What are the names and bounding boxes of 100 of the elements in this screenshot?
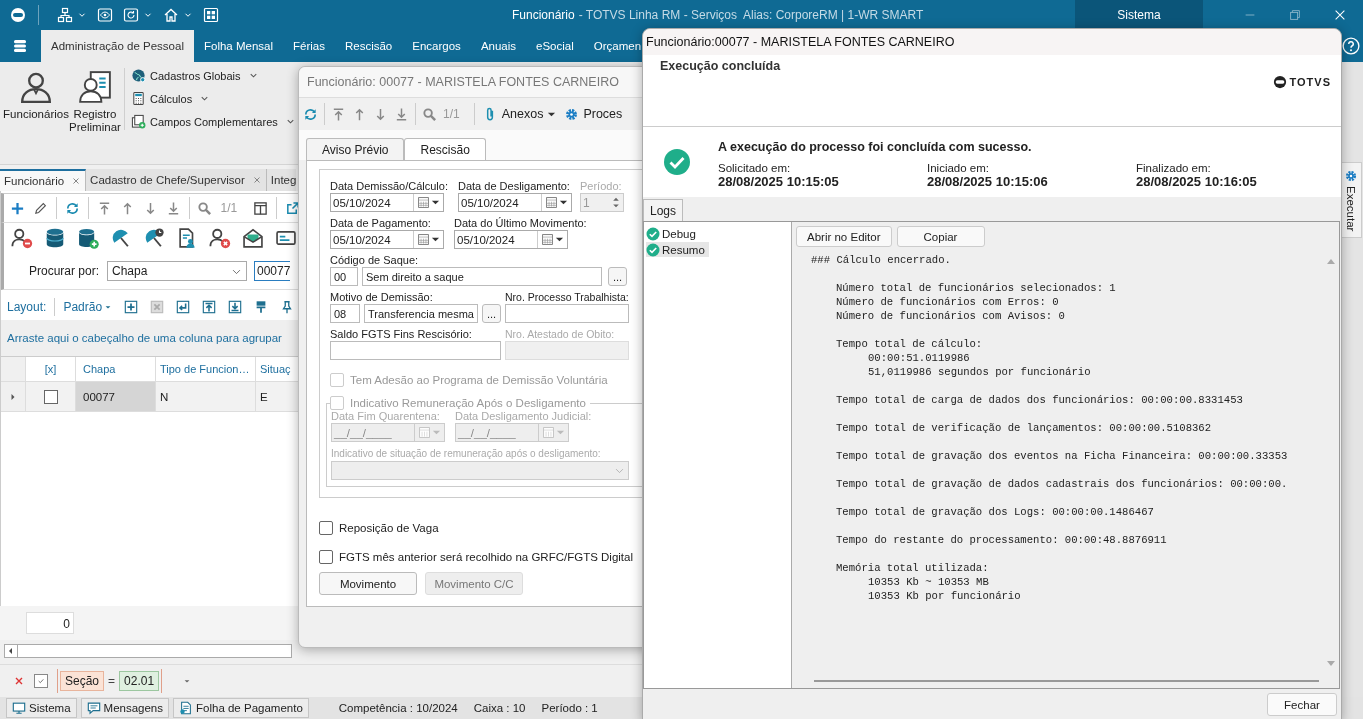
org-chart-icon[interactable] [57, 7, 73, 23]
tab[interactable]: Aviso Prévio [306, 138, 405, 160]
date-field[interactable]: 05/10/2024 [458, 193, 572, 212]
caret-icon[interactable] [431, 235, 440, 244]
document-tab[interactable]: Integ [266, 169, 296, 191]
columns-icon[interactable] [253, 200, 269, 216]
menu-tab[interactable]: Folha Mensal [193, 30, 283, 62]
search-input[interactable]: 00077 [254, 261, 290, 281]
home-icon[interactable] [163, 7, 179, 23]
database-add-icon[interactable] [77, 227, 99, 249]
log-action-button[interactable]: Abrir no Editor [796, 226, 892, 247]
code-field[interactable]: 00 [330, 267, 358, 286]
add-row-icon[interactable] [124, 300, 139, 314]
gear-icon[interactable] [564, 106, 580, 122]
person-icon[interactable] [19, 70, 53, 104]
log-action-button[interactable]: Copiar [896, 226, 985, 247]
search-icon[interactable] [422, 106, 437, 122]
globe-icon[interactable] [131, 68, 146, 83]
move-up-icon[interactable] [202, 300, 217, 314]
close-icon[interactable] [251, 175, 262, 185]
calendar-icon[interactable] [417, 196, 430, 209]
remove-filter-icon[interactable] [13, 675, 25, 687]
eye-icon[interactable] [97, 7, 113, 23]
search-icon[interactable] [197, 200, 213, 216]
external-link-icon[interactable] [285, 200, 300, 216]
browse-button[interactable]: ... [482, 304, 501, 323]
documents-add-menu-button[interactable]: Campos Complementares [131, 114, 296, 129]
menu-tab[interactable]: Anuais [470, 30, 527, 62]
gear-icon[interactable] [1344, 169, 1358, 183]
add-icon[interactable] [10, 200, 25, 216]
horizontal-scrollbar[interactable] [4, 644, 292, 658]
caret-icon[interactable] [555, 235, 564, 244]
date-field[interactable]: 05/10/2024 [330, 230, 444, 249]
menu-tab[interactable]: Rescisão [334, 30, 403, 62]
refresh-icon[interactable] [303, 106, 318, 122]
help-icon[interactable] [1342, 37, 1360, 55]
grid-icon[interactable] [203, 7, 219, 23]
balance-field[interactable] [330, 341, 501, 360]
document-tab[interactable]: Cadastro de Chefe/Supervisor [86, 169, 267, 191]
layout-dropdown[interactable]: Padrão [63, 300, 113, 314]
column-header[interactable]: Chapa [76, 357, 156, 381]
caret-icon[interactable] [559, 198, 568, 207]
close-button[interactable]: Fechar [1267, 693, 1337, 716]
browse-button[interactable]: ... [608, 267, 627, 286]
column-header[interactable]: Tipo de Funcion… [156, 357, 256, 381]
person-document-icon[interactable] [78, 70, 112, 104]
close-icon[interactable] [71, 176, 82, 186]
movement-button[interactable]: Movimento [319, 572, 417, 595]
caret-icon[interactable] [431, 198, 440, 207]
status-bar-button[interactable]: Folha de Pagamento [173, 698, 309, 718]
person-delete-icon[interactable] [209, 227, 231, 249]
row-checkbox[interactable] [43, 389, 58, 404]
date-field[interactable]: 05/10/2024 [330, 193, 444, 212]
envelope-icon[interactable] [242, 227, 264, 249]
refresh-icon[interactable] [64, 200, 80, 216]
process-number-field[interactable] [505, 304, 629, 323]
document-icon[interactable] [179, 701, 193, 715]
person-button[interactable]: Funcionários [4, 68, 68, 121]
database-icon[interactable] [44, 227, 66, 249]
filter-value[interactable]: 02.01 [119, 671, 160, 691]
close-icon[interactable] [1333, 8, 1347, 22]
calendar-icon[interactable] [541, 233, 554, 246]
filter-field[interactable]: Seção [60, 671, 105, 691]
monitor-icon[interactable] [12, 701, 26, 715]
documents-add-icon[interactable] [131, 114, 146, 129]
tree-item[interactable]: Resumo [646, 242, 709, 257]
attachments-button[interactable]: Anexos [482, 106, 557, 122]
delete-row-icon[interactable] [150, 300, 165, 314]
move-down-icon[interactable] [228, 300, 243, 314]
process-button[interactable]: Proces [564, 106, 623, 122]
row-indicator-cell[interactable] [1, 382, 26, 411]
window-refresh-icon[interactable] [123, 7, 139, 23]
document-tab[interactable]: Funcionário [0, 169, 87, 191]
column-header[interactable]: [x] [26, 357, 76, 381]
system-tab[interactable]: Sistema [1075, 0, 1203, 30]
date-field[interactable]: 05/10/2024 [454, 230, 568, 249]
horizontal-scrollbar[interactable] [814, 680, 1319, 682]
document-person-icon[interactable] [176, 227, 198, 249]
umbrella-clock-icon[interactable] [143, 227, 165, 249]
execute-side-tab[interactable]: Executar [1340, 162, 1362, 239]
edit-icon[interactable] [33, 200, 48, 216]
status-bar-button[interactable]: Sistema [6, 698, 77, 718]
checkbox[interactable]: Reposição de Vaga [319, 521, 658, 535]
menu-tab[interactable]: Administração de Pessoal [41, 30, 194, 62]
left-arrow-icon[interactable] [7, 647, 15, 655]
last-record-icon[interactable] [394, 106, 409, 122]
calculator-icon[interactable] [131, 91, 146, 106]
tab[interactable]: Rescisão [404, 138, 486, 160]
calendar-icon[interactable] [417, 233, 430, 246]
filter-expression[interactable]: Seção = 02.01 [57, 669, 163, 693]
restore-icon[interactable] [1288, 8, 1302, 22]
globe-menu-button[interactable]: Cadastros Globais [131, 68, 296, 83]
search-field-dropdown[interactable]: Chapa [107, 261, 247, 281]
description-field[interactable]: Sem direito a saque [362, 267, 602, 286]
first-record-icon[interactable] [331, 106, 346, 122]
code-field[interactable]: 08 [330, 304, 360, 323]
enter-icon[interactable] [176, 300, 191, 314]
person-document-button[interactable]: Registro Preliminar [68, 68, 122, 134]
column-header[interactable]: Situaç [256, 357, 298, 381]
menu-icon[interactable] [12, 38, 28, 54]
